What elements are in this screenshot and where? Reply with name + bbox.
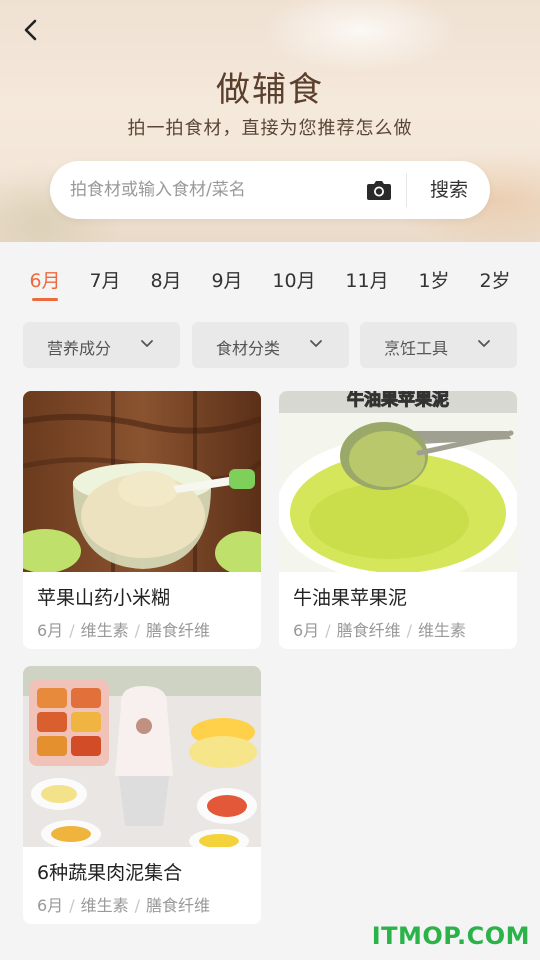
tag-separator: / — [134, 896, 140, 915]
recipe-tag: 膳食纤维 — [145, 896, 210, 915]
image-caption-text: 牛油果苹果泥 — [347, 391, 449, 410]
active-tab-indicator — [32, 298, 58, 301]
filter-label: 食材分类 — [216, 339, 281, 358]
tab-6-months[interactable]: 6月 — [29, 266, 60, 293]
page-subtitle: 拍一拍食材，直接为您推荐怎么做 — [127, 118, 413, 139]
recipe-tag: 膳食纤维 — [336, 621, 401, 640]
recipe-tag: 6月 — [293, 621, 320, 640]
filter-cookware-dropdown[interactable]: 烹饪工具 — [360, 322, 517, 368]
filter-label: 烹饪工具 — [384, 339, 449, 358]
tab-8-months[interactable]: 8月 — [150, 266, 181, 293]
recipe-tag: 维生素 — [80, 621, 129, 640]
recipe-tags: 6月 / 维生素 / 膳食纤维 — [37, 617, 210, 641]
search-input[interactable] — [70, 161, 350, 219]
tab-11-months[interactable]: 11月 — [345, 266, 388, 293]
search-button[interactable]: 搜索 — [408, 161, 490, 219]
chevron-down-icon — [141, 340, 153, 347]
recipe-card[interactable]: 6种蔬果肉泥集合 6月 / 维生素 / 膳食纤维 — [23, 666, 261, 924]
tab-9-months[interactable]: 9月 — [211, 266, 242, 293]
recipe-title: 苹果山药小米糊 — [37, 587, 171, 609]
recipe-card[interactable]: 牛油果苹果泥 牛油果苹果泥 6月 / 膳食纤维 / 维生素 — [279, 391, 517, 649]
tab-7-months[interactable]: 7月 — [89, 266, 120, 293]
recipe-photo — [23, 666, 261, 847]
tag-separator: / — [325, 621, 331, 640]
recipe-title: 6种蔬果肉泥集合 — [37, 862, 183, 884]
tab-2-years[interactable]: 2岁 — [479, 266, 510, 293]
recipe-tag: 膳食纤维 — [145, 621, 210, 640]
tag-separator: / — [134, 621, 140, 640]
search-bar: 搜索 — [50, 161, 490, 219]
search-divider — [406, 173, 407, 207]
age-tabs: 6月 7月 8月 9月 10月 11月 1岁 2岁 — [0, 242, 540, 316]
filter-label: 营养成分 — [47, 339, 112, 358]
recipe-photo: 牛油果苹果泥 — [279, 391, 517, 572]
filter-ingredient-dropdown[interactable]: 食材分类 — [192, 322, 349, 368]
recipe-card[interactable]: 苹果山药小米糊 6月 / 维生素 / 膳食纤维 — [23, 391, 261, 649]
tag-separator: / — [69, 896, 75, 915]
back-arrow-icon[interactable] — [18, 16, 46, 44]
recipe-tags: 6月 / 维生素 / 膳食纤维 — [37, 892, 210, 916]
recipe-title: 牛油果苹果泥 — [293, 587, 408, 609]
chevron-down-icon — [310, 340, 322, 347]
filter-nutrition-dropdown[interactable]: 营养成分 — [23, 322, 180, 368]
camera-icon[interactable] — [366, 178, 392, 202]
chevron-down-icon — [478, 340, 490, 347]
tab-1-year[interactable]: 1岁 — [418, 266, 449, 293]
recipe-tags: 6月 / 膳食纤维 / 维生素 — [293, 617, 466, 641]
header-banner: 做辅食 拍一拍食材，直接为您推荐怎么做 搜索 — [0, 0, 540, 242]
page-title: 做辅食 — [216, 70, 324, 110]
tag-separator: / — [69, 621, 75, 640]
watermark: ITMOP.COM — [371, 922, 530, 950]
tag-separator: / — [406, 621, 412, 640]
recipe-tag: 维生素 — [417, 621, 466, 640]
tab-10-months[interactable]: 10月 — [272, 266, 315, 293]
recipe-tag: 6月 — [37, 621, 64, 640]
recipe-photo — [23, 391, 261, 572]
recipe-tag: 6月 — [37, 896, 64, 915]
recipe-tag: 维生素 — [80, 896, 129, 915]
